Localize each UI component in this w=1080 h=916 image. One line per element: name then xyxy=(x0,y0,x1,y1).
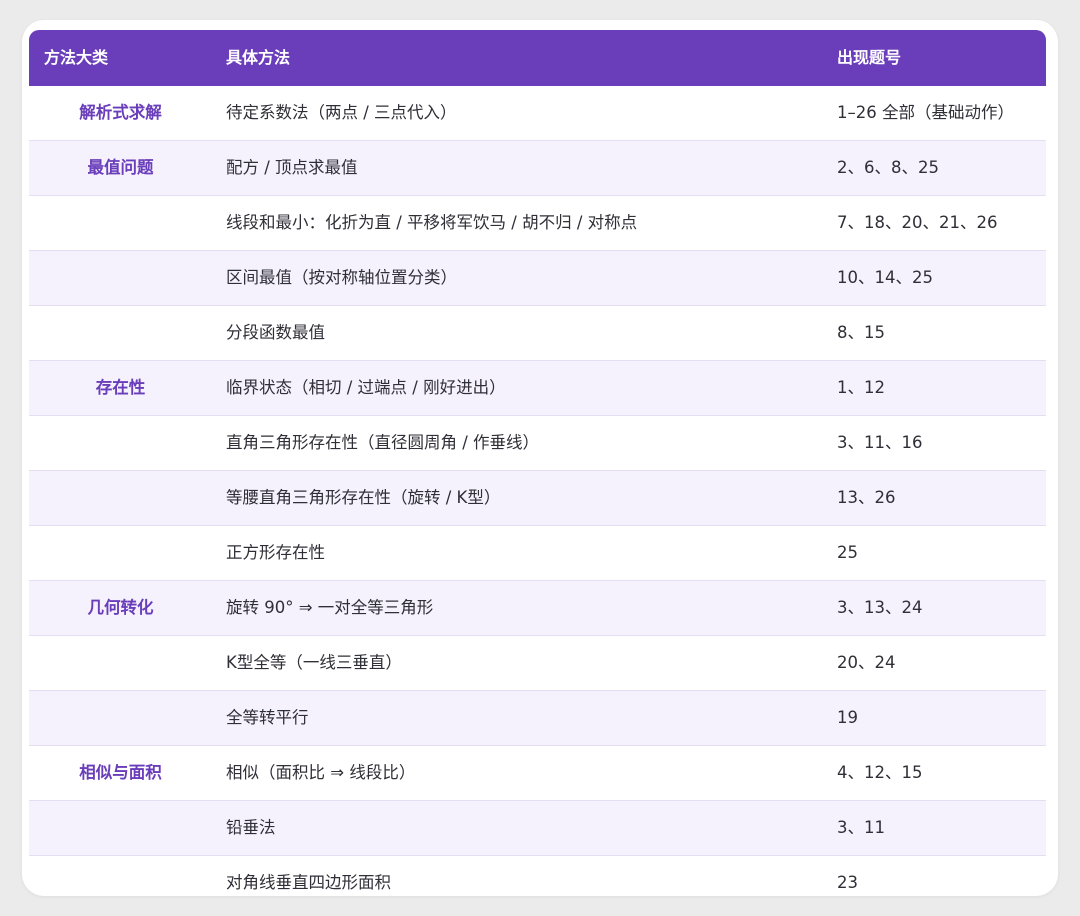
problems-cell: 1、12 xyxy=(837,378,885,397)
table-row: 解析式求解 待定系数法（两点 / 三点代入） 1–26 全部（基础动作） xyxy=(29,86,1046,141)
method-cell: 临界状态（相切 / 过端点 / 刚好进出） xyxy=(226,378,506,397)
problems-cell: 19 xyxy=(837,708,858,727)
table-row: 正方形存在性 25 xyxy=(29,526,1046,581)
problems-cell: 23 xyxy=(837,873,858,890)
method-cell: 铅垂法 xyxy=(226,818,276,837)
table-row: 几何转化 旋转 90° ⇒ 一对全等三角形 3、13、24 xyxy=(29,581,1046,636)
problems-cell: 8、15 xyxy=(837,323,885,342)
problems-cell: 13、26 xyxy=(837,488,896,507)
method-cell: 正方形存在性 xyxy=(226,543,325,562)
header-problems: 出现题号 xyxy=(837,48,902,67)
method-cell: K型全等（一线三垂直） xyxy=(226,653,402,672)
method-cell: 区间最值（按对称轴位置分类） xyxy=(226,268,457,287)
problems-cell: 20、24 xyxy=(837,653,896,672)
category-cell: 存在性 xyxy=(95,378,146,397)
table-body: 解析式求解 待定系数法（两点 / 三点代入） 1–26 全部（基础动作） 最值问… xyxy=(29,86,1046,890)
problems-cell: 3、13、24 xyxy=(837,598,923,617)
table-row: 区间最值（按对称轴位置分类） 10、14、25 xyxy=(29,251,1046,306)
category-cell: 相似与面积 xyxy=(79,763,162,782)
method-cell: 线段和最小：化折为直 / 平移将军饮马 / 胡不归 / 对称点 xyxy=(226,213,638,232)
category-cell: 解析式求解 xyxy=(79,103,162,122)
table-row: 等腰直角三角形存在性（旋转 / K型） 13、26 xyxy=(29,471,1046,526)
problems-cell: 2、6、8、25 xyxy=(837,158,939,177)
category-cell: 几何转化 xyxy=(87,598,154,617)
table-row: 全等转平行 19 xyxy=(29,691,1046,746)
method-cell: 分段函数最值 xyxy=(226,323,325,342)
table-row: 相似与面积 相似（面积比 ⇒ 线段比） 4、12、15 xyxy=(29,746,1046,801)
table-row: 直角三角形存在性（直径圆周角 / 作垂线） 3、11、16 xyxy=(29,416,1046,471)
problems-cell: 7、18、20、21、26 xyxy=(837,213,998,232)
table-row: K型全等（一线三垂直） 20、24 xyxy=(29,636,1046,691)
method-cell: 直角三角形存在性（直径圆周角 / 作垂线） xyxy=(226,433,540,452)
table-row: 线段和最小：化折为直 / 平移将军饮马 / 胡不归 / 对称点 7、18、20、… xyxy=(29,196,1046,251)
problems-cell: 3、11、16 xyxy=(837,433,923,452)
table-row: 分段函数最值 8、15 xyxy=(29,306,1046,361)
method-cell: 等腰直角三角形存在性（旋转 / K型） xyxy=(226,488,501,507)
category-cell: 最值问题 xyxy=(87,158,154,177)
header-method: 具体方法 xyxy=(226,48,291,67)
problems-cell: 3、11 xyxy=(837,818,885,837)
method-cell: 旋转 90° ⇒ 一对全等三角形 xyxy=(226,598,434,617)
method-cell: 对角线垂直四边形面积 xyxy=(226,873,391,890)
table-card: 方法大类 具体方法 出现题号 解析式求解 待定系数法（两点 / 三点代入） 1–… xyxy=(22,20,1058,896)
table-row: 存在性 临界状态（相切 / 过端点 / 刚好进出） 1、12 xyxy=(29,361,1046,416)
problems-cell: 4、12、15 xyxy=(837,763,923,782)
method-cell: 全等转平行 xyxy=(226,708,309,727)
header-category: 方法大类 xyxy=(44,48,109,67)
problems-cell: 1–26 全部（基础动作） xyxy=(837,103,1014,122)
method-cell: 配方 / 顶点求最值 xyxy=(226,158,358,177)
methods-table: 方法大类 具体方法 出现题号 解析式求解 待定系数法（两点 / 三点代入） 1–… xyxy=(29,30,1046,890)
method-cell: 待定系数法（两点 / 三点代入） xyxy=(226,103,457,122)
table-header: 方法大类 具体方法 出现题号 xyxy=(29,30,1046,86)
table-row: 对角线垂直四边形面积 23 xyxy=(29,856,1046,890)
table-row: 最值问题 配方 / 顶点求最值 2、6、8、25 xyxy=(29,141,1046,196)
problems-cell: 25 xyxy=(837,543,858,562)
table-row: 铅垂法 3、11 xyxy=(29,801,1046,856)
method-cell: 相似（面积比 ⇒ 线段比） xyxy=(226,763,416,782)
problems-cell: 10、14、25 xyxy=(837,268,933,287)
